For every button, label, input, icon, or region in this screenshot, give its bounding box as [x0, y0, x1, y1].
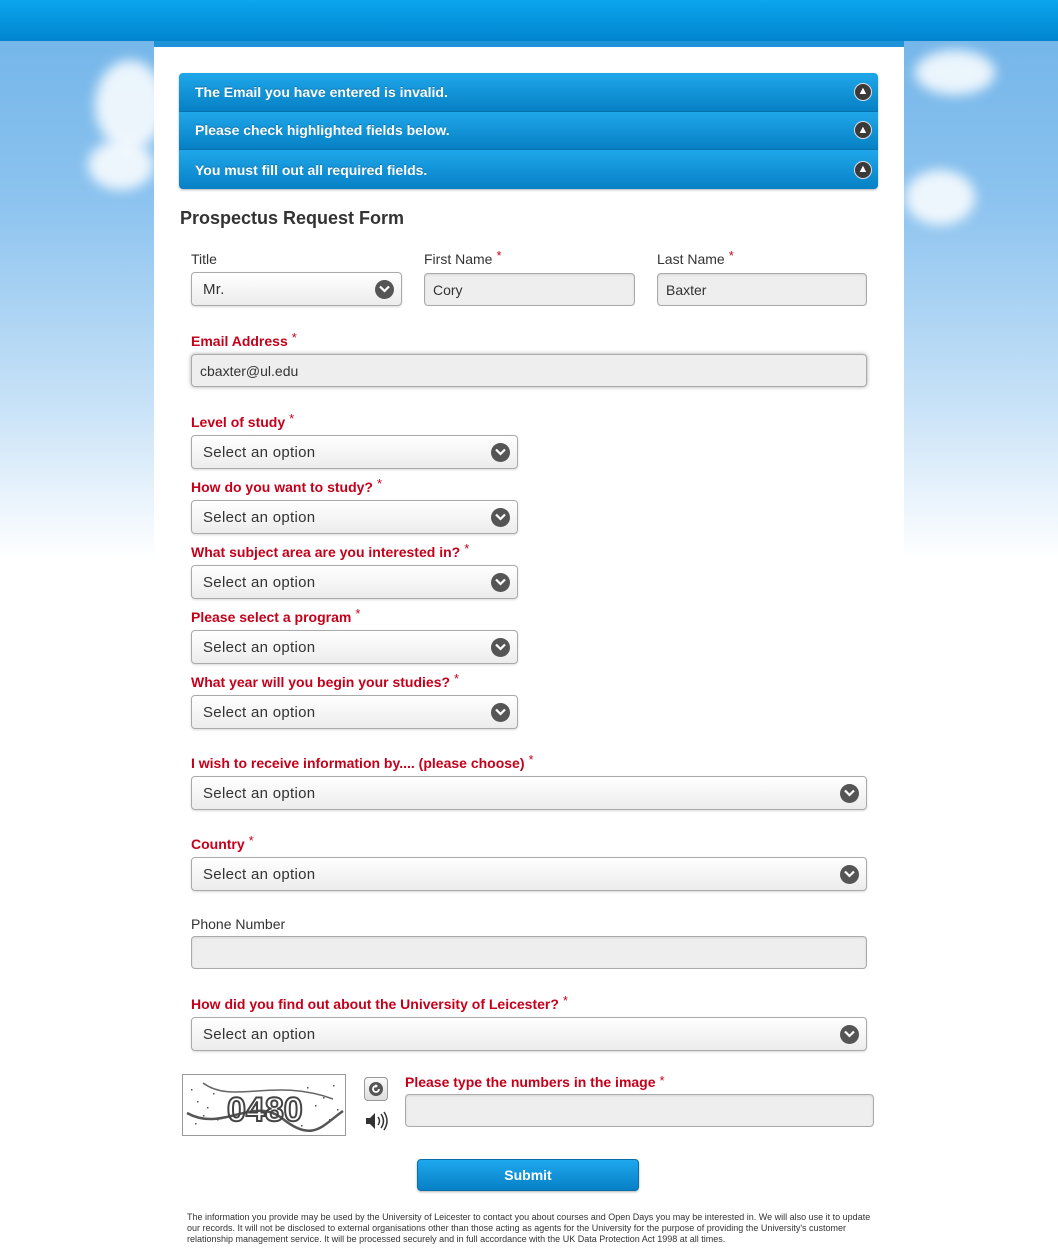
last-name-value: Baxter [666, 281, 707, 298]
required-marker: * [289, 411, 295, 426]
captcha-label-text: Please type the numbers in the image [405, 1074, 656, 1090]
captcha-refresh-button[interactable] [364, 1077, 388, 1101]
level-of-study-select[interactable]: Select an option [191, 435, 518, 469]
submit-button[interactable]: Submit [417, 1159, 639, 1191]
subject-area-select[interactable]: Select an option [191, 565, 518, 599]
title-select[interactable]: Mr. [191, 272, 402, 306]
alert-required-fields: You must fill out all required fields. ▲ [179, 150, 878, 189]
title-label-text: Title [191, 251, 217, 267]
level-of-study-label: Level of study * [191, 411, 295, 430]
required-marker: * [659, 1073, 665, 1088]
study-mode-label-text: How do you want to study? [191, 479, 373, 495]
title-select-value: Mr. [203, 280, 225, 298]
study-mode-label: How do you want to study? * [191, 476, 383, 495]
email-label-text: Email Address [191, 333, 288, 349]
program-label: Please select a program * [191, 606, 361, 625]
start-year-label: What year will you begin your studies? * [191, 671, 460, 690]
background-cloud [88, 140, 154, 190]
subject-area-label: What subject area are you interested in?… [191, 541, 470, 560]
start-year-select[interactable]: Select an option [191, 695, 518, 729]
info-by-value: Select an option [203, 784, 316, 802]
info-by-select[interactable]: Select an option [191, 776, 867, 810]
captcha-audio-button[interactable] [364, 1109, 390, 1133]
email-label: Email Address * [191, 330, 297, 349]
required-marker: * [355, 606, 361, 621]
required-marker: * [291, 330, 297, 345]
speaker-icon [366, 1111, 388, 1131]
level-of-study-label-text: Level of study [191, 414, 286, 430]
form-title: Prospectus Request Form [180, 208, 405, 228]
warning-icon: ▲ [854, 121, 872, 140]
country-label: Country * [191, 833, 254, 852]
required-marker: * [562, 993, 568, 1008]
email-field[interactable]: cbaxter@ul.edu [191, 354, 867, 387]
captcha-input[interactable] [405, 1094, 874, 1127]
program-value: Select an option [203, 638, 316, 656]
required-marker: * [248, 833, 254, 848]
title-label: Title [191, 251, 217, 267]
phone-field[interactable] [191, 936, 867, 969]
last-name-label: Last Name * [657, 248, 734, 267]
country-select[interactable]: Select an option [191, 857, 867, 891]
captcha-text: 0480 [227, 1091, 303, 1129]
last-name-label-text: Last Name [657, 251, 725, 267]
required-marker: * [454, 671, 460, 686]
how-found-label: How did you find out about the Universit… [191, 993, 568, 1012]
country-label-text: Country [191, 836, 245, 852]
how-found-select[interactable]: Select an option [191, 1017, 867, 1051]
start-year-label-text: What year will you begin your studies? [191, 674, 451, 690]
chevron-down-icon [491, 702, 510, 722]
required-marker: * [464, 541, 470, 556]
level-of-study-value: Select an option [203, 443, 316, 461]
background-cloud [915, 50, 995, 95]
chevron-down-icon [491, 572, 510, 592]
captcha-image: 0480 [182, 1074, 346, 1136]
top-bar [0, 0, 1058, 41]
error-alerts: The Email you have entered is invalid. ▲… [179, 73, 878, 189]
phone-label-text: Phone Number [191, 916, 286, 932]
chevron-down-icon [491, 442, 510, 462]
email-value: cbaxter@ul.edu [200, 362, 299, 379]
captcha-label: Please type the numbers in the image * [405, 1073, 665, 1090]
refresh-icon [369, 1082, 383, 1096]
study-mode-select[interactable]: Select an option [191, 500, 518, 534]
study-mode-value: Select an option [203, 508, 316, 526]
first-name-label: First Name * [424, 248, 502, 267]
chevron-down-icon [491, 637, 510, 657]
chevron-down-icon [375, 279, 394, 299]
subject-area-value: Select an option [203, 573, 316, 591]
required-marker: * [528, 752, 534, 767]
chevron-down-icon [491, 507, 510, 527]
alert-text: The Email you have entered is invalid. [195, 83, 448, 100]
chevron-down-icon [840, 783, 859, 803]
required-marker: * [496, 248, 502, 263]
first-name-value: Cory [433, 281, 463, 298]
program-select[interactable]: Select an option [191, 630, 518, 664]
warning-icon: ▲ [854, 160, 872, 179]
alert-invalid-email: The Email you have entered is invalid. ▲ [179, 73, 878, 112]
subject-area-label-text: What subject area are you interested in? [191, 544, 461, 560]
country-value: Select an option [203, 865, 316, 883]
start-year-value: Select an option [203, 703, 316, 721]
required-marker: * [377, 476, 383, 491]
last-name-field[interactable]: Baxter [657, 273, 867, 306]
info-by-label: I wish to receive information by.... (pl… [191, 752, 534, 771]
privacy-notice: The information you provide may be used … [187, 1212, 871, 1244]
warning-icon: ▲ [854, 82, 872, 101]
first-name-label-text: First Name [424, 251, 493, 267]
alert-check-fields: Please check highlighted fields below. ▲ [179, 111, 878, 151]
program-label-text: Please select a program [191, 609, 352, 625]
alert-text: You must fill out all required fields. [195, 161, 428, 178]
first-name-field[interactable]: Cory [424, 273, 635, 306]
how-found-label-text: How did you find out about the Universit… [191, 996, 559, 1012]
background-cloud [905, 170, 975, 225]
chevron-down-icon [840, 1024, 859, 1044]
alert-text: Please check highlighted fields below. [195, 122, 450, 139]
phone-label: Phone Number [191, 916, 285, 932]
info-by-label-text: I wish to receive information by.... (pl… [191, 755, 525, 771]
how-found-value: Select an option [203, 1025, 316, 1043]
chevron-down-icon [840, 864, 859, 884]
required-marker: * [728, 248, 734, 263]
